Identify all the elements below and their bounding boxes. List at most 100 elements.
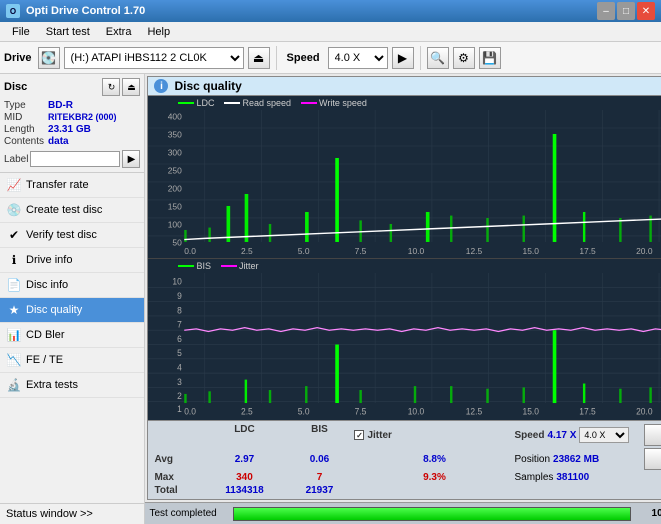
status-window-btn[interactable]: Status window >> <box>0 503 144 524</box>
jitter-checkbox[interactable]: ✓ <box>354 430 364 440</box>
svg-text:0.0: 0.0 <box>185 246 197 254</box>
contents-value: data <box>48 136 140 147</box>
speed-target-select[interactable]: 4.0 X <box>579 427 629 443</box>
svg-text:5.0: 5.0 <box>298 406 310 416</box>
svg-text:6: 6 <box>178 334 183 344</box>
total-label: Total <box>154 485 204 496</box>
drive-icon-btn[interactable]: 💽 <box>38 47 60 69</box>
label-label: Label <box>4 154 28 165</box>
svg-text:17.5: 17.5 <box>580 406 597 416</box>
nav-drive-info[interactable]: ℹ Drive info <box>0 248 144 273</box>
stats-avg-row: Avg 2.97 0.06 8.8% Position 23862 MB Sta… <box>152 447 661 471</box>
minimize-button[interactable]: – <box>597 2 615 20</box>
bis-color <box>178 265 194 267</box>
maximize-button[interactable]: □ <box>617 2 635 20</box>
svg-text:10.0: 10.0 <box>408 406 425 416</box>
write-speed-color <box>301 102 317 104</box>
nav-fe-te[interactable]: 📉 FE / TE <box>0 348 144 373</box>
samples-container: Samples 381100 <box>514 472 644 483</box>
scan-btn[interactable]: 🔍 <box>427 47 449 69</box>
type-value: BD-R <box>48 100 140 111</box>
toolbar-separator2 <box>420 46 421 70</box>
eject-button[interactable]: ⏏ <box>248 47 270 69</box>
total-ldc: 1134318 <box>204 485 284 496</box>
nav-transfer-rate[interactable]: 📈 Transfer rate <box>0 173 144 198</box>
disc-quality-panel: i Disc quality LDC Read speed <box>147 76 661 500</box>
svg-text:20.0: 20.0 <box>637 246 654 254</box>
stats-total-row: Total 1134318 21937 <box>152 484 661 497</box>
settings-btn[interactable]: ⚙ <box>453 47 475 69</box>
nav-cd-bler[interactable]: 📊 CD Bler <box>0 323 144 348</box>
stats-headers: LDC BIS ✓ Jitter Speed 4.17 X 4.0 X Star… <box>152 423 661 447</box>
nav-items: 📈 Transfer rate 💿 Create test disc ✔ Ver… <box>0 173 144 503</box>
legend-read-speed: Read speed <box>224 98 291 108</box>
label-go-btn[interactable]: ▶ <box>122 150 140 168</box>
svg-text:15.0: 15.0 <box>523 406 540 416</box>
disc-title: Disc <box>4 81 27 93</box>
svg-text:20.0: 20.0 <box>637 406 654 416</box>
cd-bler-icon: 📊 <box>6 327 22 343</box>
disc-quality-icon: ★ <box>6 302 22 318</box>
length-label: Length <box>4 124 44 135</box>
menu-help[interactable]: Help <box>139 24 178 40</box>
charts-area: LDC Read speed Write speed <box>148 96 661 420</box>
speed-apply-btn[interactable]: ▶ <box>392 47 414 69</box>
disc-refresh-btn[interactable]: ↻ <box>102 78 120 96</box>
avg-ldc: 2.97 <box>204 454 284 465</box>
nav-verify-test-disc[interactable]: ✔ Verify test disc <box>0 223 144 248</box>
start-full-btn[interactable]: Start full <box>644 424 661 446</box>
empty-header <box>154 424 204 446</box>
svg-text:400: 400 <box>168 112 182 122</box>
menu-extra[interactable]: Extra <box>98 24 140 40</box>
sidebar: Disc ↻ ⏏ Type BD-R MID RITEKBR2 (000) Le… <box>0 74 145 524</box>
drive-label: Drive <box>4 52 32 64</box>
disc-eject-btn[interactable]: ⏏ <box>122 78 140 96</box>
mid-value: RITEKBR2 (000) <box>48 112 140 123</box>
svg-text:10.0: 10.0 <box>408 246 425 254</box>
svg-text:250: 250 <box>168 166 182 176</box>
dq-header-icon: i <box>154 79 168 93</box>
chart1-svg: 400 350 300 250 200 150 100 50 18X 16X 1… <box>148 110 661 254</box>
svg-text:5.0: 5.0 <box>298 246 310 254</box>
stats-max-row: Max 340 7 9.3% Samples 381100 <box>152 471 661 484</box>
progress-percent: 100.0% <box>635 508 661 519</box>
toolbar-separator <box>276 46 277 70</box>
nav-extra-tests[interactable]: 🔬 Extra tests <box>0 373 144 398</box>
speed-select[interactable]: 4.0 X <box>328 47 388 69</box>
position-value: 23862 MB <box>553 454 599 465</box>
status-window-label: Status window >> <box>6 508 93 520</box>
nav-extra-tests-label: Extra tests <box>26 379 78 391</box>
svg-text:7.5: 7.5 <box>355 406 367 416</box>
start-part-btn[interactable]: Start part <box>644 448 661 470</box>
svg-text:1: 1 <box>178 404 183 414</box>
bis-header: BIS <box>284 424 354 446</box>
nav-disc-info[interactable]: 📄 Disc info <box>0 273 144 298</box>
avg-jitter: 8.8% <box>354 454 514 465</box>
nav-disc-quality-label: Disc quality <box>26 304 82 316</box>
nav-create-test-disc[interactable]: 💿 Create test disc <box>0 198 144 223</box>
label-input[interactable] <box>30 151 120 167</box>
close-button[interactable]: ✕ <box>637 2 655 20</box>
create-test-disc-icon: 💿 <box>6 202 22 218</box>
menu-file[interactable]: File <box>4 24 38 40</box>
fe-te-icon: 📉 <box>6 352 22 368</box>
dq-title: Disc quality <box>174 79 241 93</box>
svg-text:8: 8 <box>178 305 183 315</box>
avg-bis: 0.06 <box>284 454 354 465</box>
max-jitter: 9.3% <box>354 472 514 483</box>
content-area: i Disc quality LDC Read speed <box>145 74 661 524</box>
legend-jitter: Jitter <box>221 261 259 271</box>
samples-value: 381100 <box>556 472 589 483</box>
chart2-legend: BIS Jitter <box>148 259 661 273</box>
nav-disc-quality[interactable]: ★ Disc quality <box>0 298 144 323</box>
speed-header: Speed <box>514 430 544 441</box>
drive-select[interactable]: (H:) ATAPI iHBS112 2 CL0K <box>64 47 244 69</box>
menu-start-test[interactable]: Start test <box>38 24 98 40</box>
avg-label: Avg <box>154 454 204 465</box>
jitter-color <box>221 265 237 267</box>
save-btn[interactable]: 💾 <box>479 47 501 69</box>
type-label: Type <box>4 100 44 111</box>
svg-text:2: 2 <box>178 391 183 401</box>
legend-bis: BIS <box>178 261 211 271</box>
drive-info-icon: ℹ <box>6 252 22 268</box>
